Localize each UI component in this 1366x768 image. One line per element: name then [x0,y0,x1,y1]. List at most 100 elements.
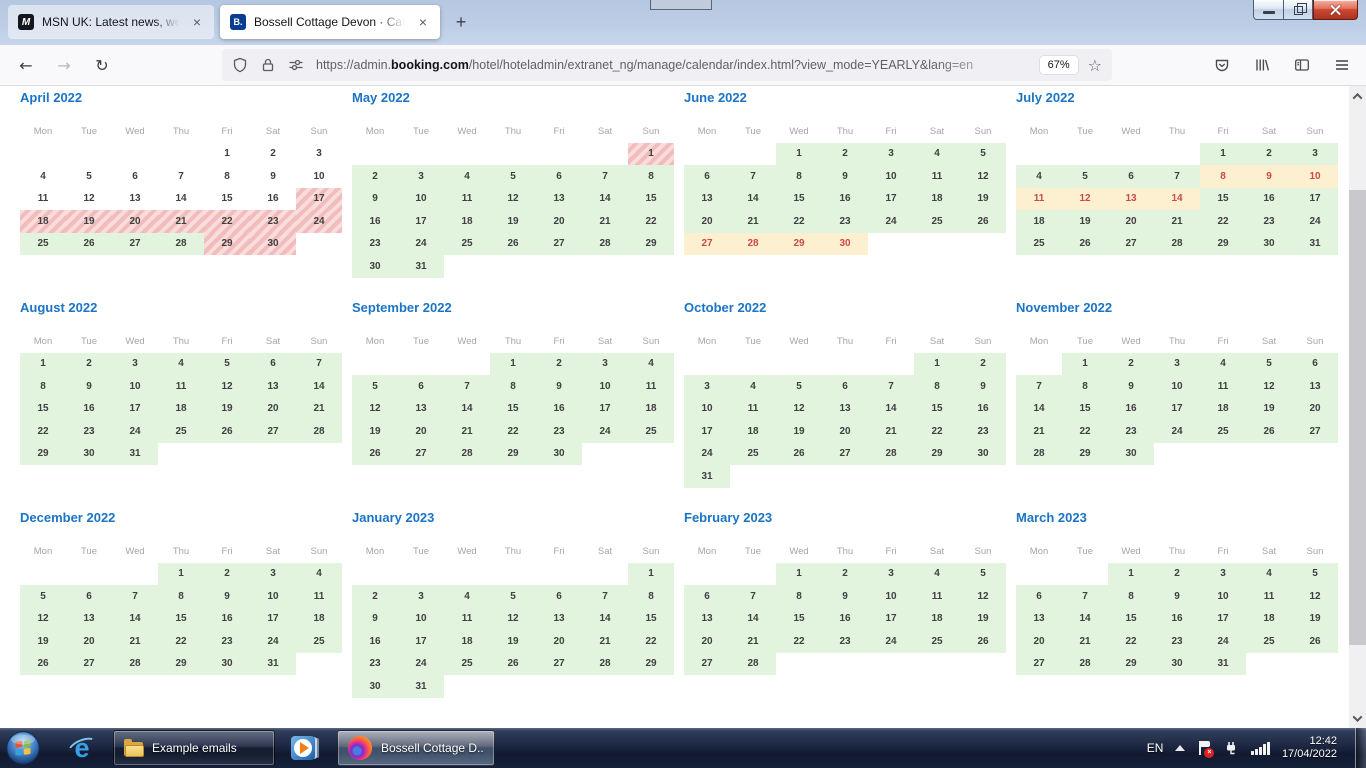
day-cell[interactable]: 21 [868,420,914,443]
network-signal-icon[interactable] [1251,742,1270,755]
forward-button[interactable]: → [48,49,80,81]
day-cell[interactable]: 22 [776,630,822,653]
day-cell[interactable]: 14 [582,608,628,631]
day-cell[interactable]: 6 [250,353,296,376]
day-cell[interactable]: 19 [66,210,112,233]
start-button[interactable] [5,730,41,766]
day-cell[interactable]: 22 [1108,630,1154,653]
day-cell[interactable]: 3 [1200,563,1246,586]
day-cell[interactable]: 29 [628,233,674,256]
month-title[interactable]: March 2023 [1016,510,1338,526]
day-cell[interactable]: 22 [628,210,674,233]
day-cell[interactable]: 27 [250,420,296,443]
day-cell[interactable]: 2 [536,353,582,376]
day-cell[interactable]: 16 [1108,398,1154,421]
day-cell[interactable]: 23 [1246,210,1292,233]
sidebar-toggle-icon[interactable] [1286,49,1318,81]
day-cell[interactable]: 6 [1108,165,1154,188]
day-cell[interactable]: 27 [1108,233,1154,256]
day-cell[interactable]: 1 [20,353,66,376]
day-cell[interactable]: 29 [204,233,250,256]
day-cell[interactable]: 13 [536,188,582,211]
day-cell[interactable]: 9 [960,375,1006,398]
day-cell[interactable]: 7 [1062,585,1108,608]
day-cell[interactable]: 15 [20,398,66,421]
day-cell[interactable]: 29 [1200,233,1246,256]
day-cell[interactable]: 27 [536,653,582,676]
day-cell[interactable]: 20 [1292,398,1338,421]
day-cell[interactable]: 12 [1292,585,1338,608]
day-cell[interactable]: 20 [398,420,444,443]
day-cell[interactable]: 25 [628,420,674,443]
day-cell[interactable]: 12 [204,375,250,398]
day-cell[interactable]: 4 [20,165,66,188]
day-cell[interactable]: 26 [490,653,536,676]
menu-hamburger-icon[interactable] [1326,49,1358,81]
day-cell[interactable]: 7 [1154,165,1200,188]
day-cell[interactable]: 9 [352,608,398,631]
day-cell[interactable]: 16 [1154,608,1200,631]
day-cell[interactable]: 12 [490,188,536,211]
month-title[interactable]: September 2022 [352,300,674,316]
day-cell[interactable]: 20 [536,630,582,653]
day-cell[interactable]: 9 [204,585,250,608]
day-cell[interactable]: 16 [822,188,868,211]
day-cell[interactable]: 24 [398,233,444,256]
day-cell[interactable]: 23 [1154,630,1200,653]
day-cell[interactable]: 19 [204,398,250,421]
day-cell[interactable]: 29 [490,443,536,466]
power-plug-icon[interactable] [1224,741,1239,756]
day-cell[interactable]: 11 [1200,375,1246,398]
day-cell[interactable]: 31 [398,675,444,698]
day-cell[interactable]: 6 [684,165,730,188]
day-cell[interactable]: 19 [490,210,536,233]
scrollbar-thumb[interactable] [1349,190,1366,645]
tab-msn[interactable]: M MSN UK: Latest news, weather, H × [8,5,214,39]
day-cell[interactable]: 27 [66,653,112,676]
day-cell[interactable]: 5 [960,563,1006,586]
day-cell[interactable]: 5 [776,375,822,398]
day-cell[interactable]: 8 [776,165,822,188]
day-cell[interactable]: 14 [1154,188,1200,211]
day-cell[interactable]: 1 [158,563,204,586]
day-cell[interactable]: 13 [112,188,158,211]
day-cell[interactable]: 7 [1016,375,1062,398]
day-cell[interactable]: 24 [868,630,914,653]
day-cell[interactable]: 2 [66,353,112,376]
day-cell[interactable]: 4 [1016,165,1062,188]
day-cell[interactable]: 24 [398,653,444,676]
day-cell[interactable]: 28 [730,233,776,256]
day-cell[interactable]: 28 [582,653,628,676]
month-title[interactable]: August 2022 [20,300,342,316]
day-cell[interactable]: 30 [960,443,1006,466]
internet-explorer-icon[interactable]: e [67,733,97,763]
day-cell[interactable]: 12 [20,608,66,631]
day-cell[interactable]: 18 [628,398,674,421]
day-cell[interactable]: 30 [822,233,868,256]
day-cell[interactable]: 15 [914,398,960,421]
day-cell[interactable]: 8 [158,585,204,608]
day-cell[interactable]: 21 [112,630,158,653]
day-cell[interactable]: 1 [776,143,822,166]
close-button[interactable] [1313,0,1358,20]
day-cell[interactable]: 26 [204,420,250,443]
restore-button[interactable] [1283,0,1313,20]
day-cell[interactable]: 12 [66,188,112,211]
taskbar-clock[interactable]: 12:42 17/04/2022 [1282,735,1337,761]
day-cell[interactable]: 5 [352,375,398,398]
day-cell[interactable]: 17 [1154,398,1200,421]
day-cell[interactable]: 29 [1108,653,1154,676]
day-cell[interactable]: 18 [444,630,490,653]
day-cell[interactable]: 3 [296,143,342,166]
day-cell[interactable]: 25 [296,630,342,653]
day-cell[interactable]: 26 [66,233,112,256]
day-cell[interactable]: 19 [1292,608,1338,631]
day-cell[interactable]: 3 [582,353,628,376]
month-title[interactable]: February 2023 [684,510,1006,526]
day-cell[interactable]: 16 [1246,188,1292,211]
day-cell[interactable]: 13 [684,188,730,211]
day-cell[interactable]: 9 [352,188,398,211]
day-cell[interactable]: 1 [628,563,674,586]
day-cell[interactable]: 11 [158,375,204,398]
day-cell[interactable]: 25 [444,233,490,256]
